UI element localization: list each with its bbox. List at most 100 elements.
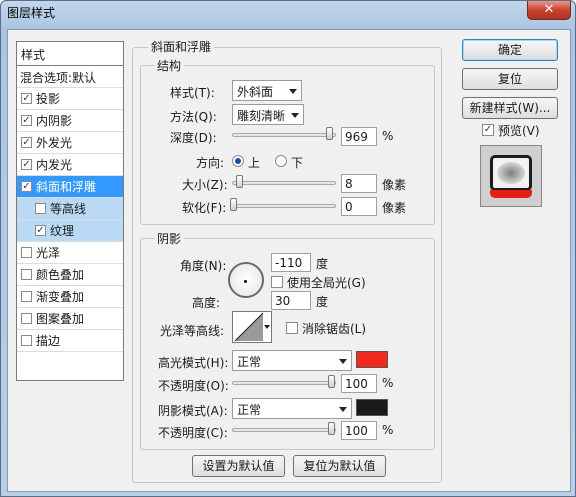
style-list-item-label: 内阴影: [36, 114, 73, 128]
contour-curve-icon: [234, 312, 264, 342]
preview-checkbox[interactable]: ✓: [482, 124, 494, 136]
size-slider[interactable]: [232, 181, 336, 185]
style-list-item-label: 颜色叠加: [36, 268, 85, 282]
antialias-checkbox[interactable]: [286, 322, 298, 334]
direction-up-label[interactable]: 上: [248, 154, 260, 171]
close-icon: ✕: [543, 2, 555, 17]
preview-swatch-glow: [497, 162, 525, 184]
depth-slider-thumb[interactable]: [326, 127, 333, 140]
style-enable-checkbox[interactable]: [21, 269, 32, 280]
size-input[interactable]: 8: [341, 174, 377, 193]
gloss-contour-picker[interactable]: [232, 311, 272, 343]
style-list-item[interactable]: ✓ 斜面和浮雕: [17, 176, 123, 198]
highlight-opacity-thumb[interactable]: [328, 375, 335, 388]
direction-down-label[interactable]: 下: [291, 154, 303, 171]
title-bar[interactable]: 图层样式 ✕: [1, 1, 575, 23]
style-list-item-label: 等高线: [50, 202, 87, 216]
altitude-input[interactable]: 30: [271, 291, 311, 310]
angle-input[interactable]: -110: [271, 253, 311, 272]
direction-down-radio[interactable]: [275, 155, 287, 167]
style-enable-checkbox[interactable]: ✓: [21, 181, 32, 192]
close-button[interactable]: ✕: [527, 1, 571, 20]
soften-slider-thumb[interactable]: [230, 198, 237, 211]
depth-input[interactable]: 969: [341, 127, 377, 146]
highlight-opacity-unit: %: [382, 376, 394, 390]
shadow-opacity-input[interactable]: 100: [341, 421, 377, 440]
set-default-button[interactable]: 设置为默认值: [192, 455, 285, 477]
technique-select[interactable]: 雕刻清晰: [232, 104, 304, 125]
soften-input[interactable]: 0: [341, 197, 377, 216]
chevron-down-icon: [291, 113, 299, 118]
technique-select-value: 雕刻清晰: [237, 109, 286, 123]
style-list-item-label: 光泽: [36, 246, 61, 260]
style-list-item-label: 图案叠加: [36, 312, 85, 326]
antialias-label[interactable]: 消除锯齿(L): [302, 320, 366, 337]
soften-slider[interactable]: [232, 204, 336, 208]
global-light-checkbox[interactable]: [271, 276, 283, 288]
shadow-mode-select[interactable]: 正常: [232, 398, 352, 419]
reset-button[interactable]: 复位: [462, 68, 558, 90]
style-list-item[interactable]: 等高线: [17, 198, 123, 220]
style-list-item[interactable]: ✓ 内阴影: [17, 110, 123, 132]
shadow-mode-label: 阴影模式(A):: [158, 404, 228, 418]
style-select-value: 外斜面: [237, 85, 274, 99]
depth-label: 深度(D):: [170, 131, 217, 145]
style-enable-checkbox[interactable]: [21, 335, 32, 346]
highlight-color-swatch[interactable]: [356, 351, 388, 368]
shadow-opacity-label: 不透明度(C):: [158, 426, 228, 440]
style-label: 样式(T):: [170, 86, 215, 100]
style-enable-checkbox[interactable]: [35, 203, 46, 214]
dialog-client-area: 样式 混合选项:默认 ✓ 投影 ✓ 内阴影 ✓ 外发光 ✓ 内发光 ✓ 斜面和浮雕 等高线 ✓ 纹理 光泽…: [7, 29, 571, 492]
reset-default-button[interactable]: 复位为默认值: [293, 455, 386, 477]
style-list-item[interactable]: ✓ 纹理: [17, 220, 123, 242]
chevron-down-icon: [339, 407, 347, 412]
chevron-down-icon[interactable]: [264, 325, 270, 329]
style-enable-checkbox[interactable]: ✓: [21, 93, 32, 104]
style-enable-checkbox[interactable]: ✓: [21, 137, 32, 148]
direction-up-radio[interactable]: [232, 155, 244, 167]
new-style-button[interactable]: 新建样式(W)...: [462, 97, 558, 119]
style-enable-checkbox[interactable]: [21, 291, 32, 302]
gloss-contour-label: 光泽等高线:: [160, 324, 225, 338]
style-list-item[interactable]: ✓ 内发光: [17, 154, 123, 176]
size-slider-thumb[interactable]: [236, 175, 243, 188]
structure-title: 结构: [154, 57, 185, 74]
shadow-mode-value: 正常: [237, 403, 262, 417]
angle-dial[interactable]: [228, 262, 264, 298]
style-enable-checkbox[interactable]: ✓: [21, 115, 32, 126]
style-list-panel: 样式 混合选项:默认 ✓ 投影 ✓ 内阴影 ✓ 外发光 ✓ 内发光 ✓ 斜面和浮雕 等高线 ✓ 纹理 光泽…: [16, 41, 124, 381]
style-enable-checkbox[interactable]: ✓: [35, 225, 46, 236]
style-list-header[interactable]: 样式: [17, 42, 123, 66]
style-select[interactable]: 外斜面: [232, 80, 302, 101]
blend-options-item[interactable]: 混合选项:默认: [17, 66, 123, 88]
style-list-item[interactable]: 光泽: [17, 242, 123, 264]
ok-button[interactable]: 确定: [462, 39, 558, 61]
style-enable-checkbox[interactable]: [21, 247, 32, 258]
shadow-opacity-slider[interactable]: [232, 428, 336, 432]
style-list-item[interactable]: ✓ 外发光: [17, 132, 123, 154]
style-list-item-label: 斜面和浮雕: [36, 180, 97, 194]
highlight-mode-select[interactable]: 正常: [232, 350, 352, 371]
style-list-item[interactable]: ✓ 投影: [17, 88, 123, 110]
style-list-item[interactable]: 图案叠加: [17, 308, 123, 330]
style-enable-checkbox[interactable]: [21, 313, 32, 324]
style-list-item[interactable]: 渐变叠加: [17, 286, 123, 308]
bevel-emboss-title: 斜面和浮雕: [148, 38, 215, 55]
shadow-opacity-thumb[interactable]: [328, 422, 335, 435]
style-list-item[interactable]: 描边: [17, 330, 123, 352]
highlight-opacity-label: 不透明度(O):: [158, 379, 229, 393]
direction-label: 方向:: [196, 156, 225, 170]
highlight-mode-label: 高光模式(H):: [158, 356, 229, 370]
global-light-label[interactable]: 使用全局光(G): [287, 274, 366, 291]
style-list-item[interactable]: 颜色叠加: [17, 264, 123, 286]
style-list-item-label: 渐变叠加: [36, 290, 85, 304]
window-title: 图层样式: [7, 6, 56, 20]
altitude-label: 高度:: [192, 296, 221, 310]
highlight-opacity-input[interactable]: 100: [341, 374, 377, 393]
soften-label: 软化(F):: [182, 201, 227, 215]
depth-slider[interactable]: [232, 133, 336, 137]
highlight-opacity-slider[interactable]: [232, 381, 336, 385]
shadow-color-swatch[interactable]: [356, 399, 388, 416]
style-enable-checkbox[interactable]: ✓: [21, 159, 32, 170]
preview-label[interactable]: 预览(V): [498, 122, 540, 139]
